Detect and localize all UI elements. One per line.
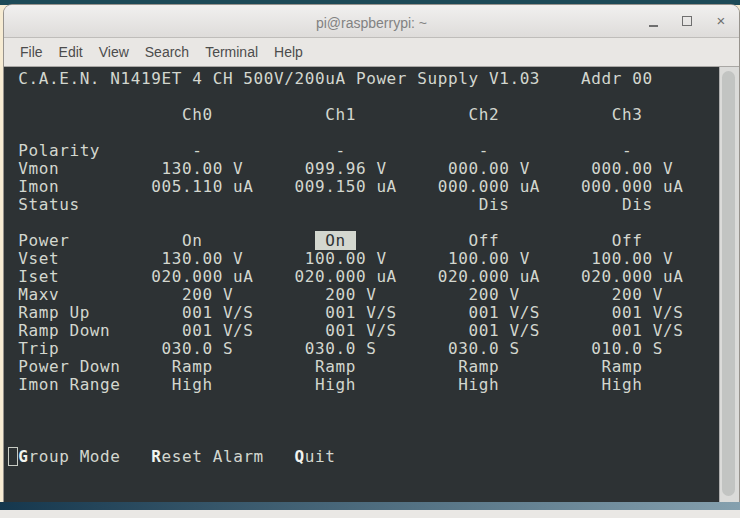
close-button[interactable]: × xyxy=(713,13,729,29)
terminal-cursor xyxy=(8,447,18,466)
menu-item-view[interactable]: View xyxy=(99,44,129,60)
menu-item-file[interactable]: File xyxy=(20,44,43,60)
scrollbar-thumb[interactable] xyxy=(722,71,735,496)
window-title: pi@raspberrypi: ~ xyxy=(4,15,739,31)
minimize-icon xyxy=(649,25,658,27)
menu-item-help[interactable]: Help xyxy=(274,44,303,60)
titlebar[interactable]: pi@raspberrypi: ~ × xyxy=(4,5,739,38)
terminal-window: pi@raspberrypi: ~ × File Edit View Search Te… xyxy=(4,5,739,502)
desktop-bottom-gradient xyxy=(0,502,740,510)
desktop-bottom-strip xyxy=(0,510,740,518)
terminal-text: C.A.E.N. N1419ET 4 CH 500V/200uA Power S… xyxy=(8,70,719,466)
maximize-icon xyxy=(682,16,692,26)
scrollbar[interactable] xyxy=(719,67,739,502)
menu-item-edit[interactable]: Edit xyxy=(59,44,83,60)
close-icon: × xyxy=(717,13,726,29)
terminal-area: C.A.E.N. N1419ET 4 CH 500V/200uA Power S… xyxy=(4,67,739,502)
window-controls: × xyxy=(645,5,729,37)
menu-item-search[interactable]: Search xyxy=(145,44,189,60)
minimize-button[interactable] xyxy=(645,13,661,29)
maximize-button[interactable] xyxy=(679,13,695,29)
menubar: File Edit View Search Terminal Help xyxy=(4,38,739,67)
terminal-screen[interactable]: C.A.E.N. N1419ET 4 CH 500V/200uA Power S… xyxy=(4,67,719,502)
menu-item-terminal[interactable]: Terminal xyxy=(205,44,258,60)
